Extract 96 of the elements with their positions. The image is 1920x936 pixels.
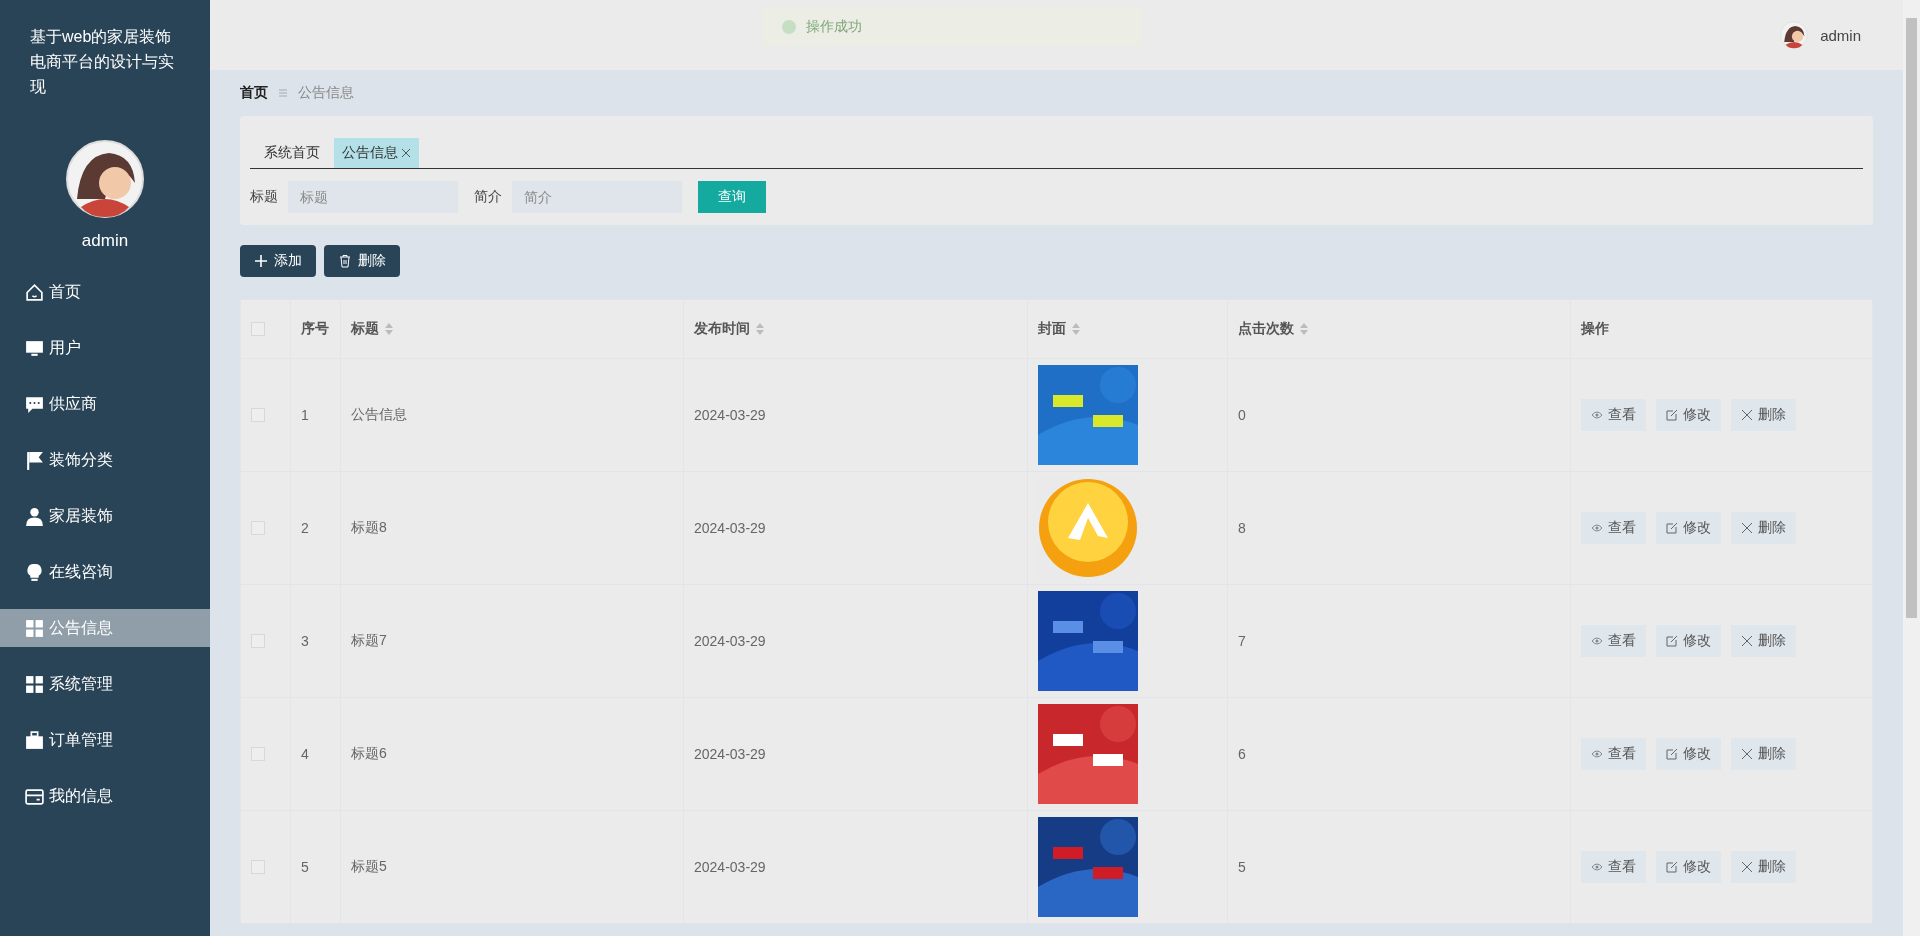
delete-button[interactable]: 删除 xyxy=(1731,851,1796,883)
edit-icon xyxy=(1666,522,1678,534)
trash-icon xyxy=(338,254,352,268)
table-cell: 2024-03-29 xyxy=(694,407,766,423)
table-cell: 0 xyxy=(1238,407,1246,423)
sidebar-item[interactable]: 用户 xyxy=(0,329,210,367)
edit-icon xyxy=(1666,409,1678,421)
delete-button[interactable]: 删除 xyxy=(324,245,400,277)
table-cell: 标题8 xyxy=(351,519,387,535)
table-cell: 1 xyxy=(301,407,309,423)
table-cell: 2024-03-29 xyxy=(694,859,766,875)
edit-button[interactable]: 修改 xyxy=(1656,512,1721,544)
sidebar-item[interactable]: 首页 xyxy=(0,273,210,311)
edit-icon xyxy=(1666,748,1678,760)
close-icon xyxy=(1741,522,1753,534)
home-icon xyxy=(24,281,45,303)
person-icon xyxy=(24,505,45,527)
delete-button[interactable]: 删除 xyxy=(1731,399,1796,431)
sidebar-item[interactable]: 装饰分类 xyxy=(0,441,210,479)
table-cell: 标题6 xyxy=(351,745,387,761)
sidebar-item[interactable]: 订单管理 xyxy=(0,721,210,759)
sort-icon[interactable] xyxy=(1072,323,1080,335)
field-label: 简介 xyxy=(474,188,502,206)
edit-button[interactable]: 修改 xyxy=(1656,738,1721,770)
table-cell: 2024-03-29 xyxy=(694,520,766,536)
briefcase-icon xyxy=(24,729,45,751)
app-title: 基于web的家居装饰电商平台的设计与实现 xyxy=(29,27,175,97)
close-icon xyxy=(1741,635,1753,647)
sidebar-item[interactable]: 我的信息 xyxy=(0,777,210,815)
edit-icon xyxy=(1666,635,1678,647)
table-cell: 3 xyxy=(301,633,309,649)
eye-icon xyxy=(1591,861,1603,873)
user-name[interactable]: admin xyxy=(1820,26,1861,44)
eye-icon xyxy=(1591,409,1603,421)
close-icon[interactable] xyxy=(401,148,411,158)
column-header: 操作 xyxy=(1581,320,1609,338)
bulb-icon xyxy=(24,561,45,583)
table-cell: 2 xyxy=(301,520,309,536)
breadcrumb-item[interactable]: 首页 xyxy=(240,84,268,102)
eye-icon xyxy=(1591,748,1603,760)
edit-button[interactable]: 修改 xyxy=(1656,851,1721,883)
column-header: 序号 xyxy=(301,320,329,338)
table-cell: 公告信息 xyxy=(351,406,407,422)
eye-icon xyxy=(1591,522,1603,534)
toast-message: 操作成功 xyxy=(762,8,1142,46)
menu-icon xyxy=(278,88,288,98)
view-button[interactable]: 查看 xyxy=(1581,399,1646,431)
input-field[interactable]: 简介 xyxy=(512,181,682,213)
flag-icon xyxy=(24,449,45,471)
table-cell: 8 xyxy=(1238,520,1246,536)
edit-button[interactable]: 修改 xyxy=(1656,399,1721,431)
column-header: 点击次数 xyxy=(1238,320,1294,338)
edit-button[interactable]: 修改 xyxy=(1656,625,1721,657)
grid-icon xyxy=(24,617,45,639)
close-icon xyxy=(1741,409,1753,421)
sort-icon[interactable] xyxy=(756,323,764,335)
edit-icon xyxy=(1666,861,1678,873)
view-button[interactable]: 查看 xyxy=(1581,851,1646,883)
table-cell: 4 xyxy=(301,746,309,762)
table-cell: 5 xyxy=(1238,859,1246,875)
view-button[interactable]: 查看 xyxy=(1581,512,1646,544)
tab[interactable]: 系统首页 xyxy=(256,138,328,168)
table-cell: 7 xyxy=(1238,633,1246,649)
avatar xyxy=(1780,21,1809,49)
close-icon xyxy=(1741,861,1753,873)
add-button[interactable]: 添加 xyxy=(240,245,316,277)
delete-button[interactable]: 删除 xyxy=(1731,512,1796,544)
sort-icon[interactable] xyxy=(385,323,393,335)
column-header: 标题 xyxy=(351,320,379,338)
sidebar-item[interactable]: 系统管理 xyxy=(0,665,210,703)
table-cell: 6 xyxy=(1238,746,1246,762)
user-name: admin xyxy=(81,231,129,251)
table-cell: 2024-03-29 xyxy=(694,746,766,762)
delete-button[interactable]: 删除 xyxy=(1731,738,1796,770)
breadcrumb-item: 公告信息 xyxy=(298,84,354,102)
scrollbar[interactable] xyxy=(1903,0,1920,936)
eye-icon xyxy=(1591,635,1603,647)
plus-icon xyxy=(254,254,268,268)
tab[interactable]: 公告信息 xyxy=(334,138,419,168)
grid-icon xyxy=(24,673,45,695)
table-cell: 5 xyxy=(301,859,309,875)
view-button[interactable]: 查看 xyxy=(1581,738,1646,770)
view-button[interactable]: 查看 xyxy=(1581,625,1646,657)
delete-button[interactable]: 删除 xyxy=(1731,625,1796,657)
table-cell: 标题7 xyxy=(351,632,387,648)
sidebar-item[interactable]: 家居装饰 xyxy=(0,497,210,535)
sidebar-item[interactable]: 供应商 xyxy=(0,385,210,423)
field-label: 标题 xyxy=(250,188,278,206)
close-icon xyxy=(1741,748,1753,760)
sort-icon[interactable] xyxy=(1300,323,1308,335)
table-cell: 2024-03-29 xyxy=(694,633,766,649)
column-header: 发布时间 xyxy=(694,320,750,338)
sidebar-item[interactable]: 在线咨询 xyxy=(0,553,210,591)
table-cell: 标题5 xyxy=(351,858,387,874)
input-field[interactable]: 标题 xyxy=(288,181,458,213)
column-header: 封面 xyxy=(1038,320,1066,338)
